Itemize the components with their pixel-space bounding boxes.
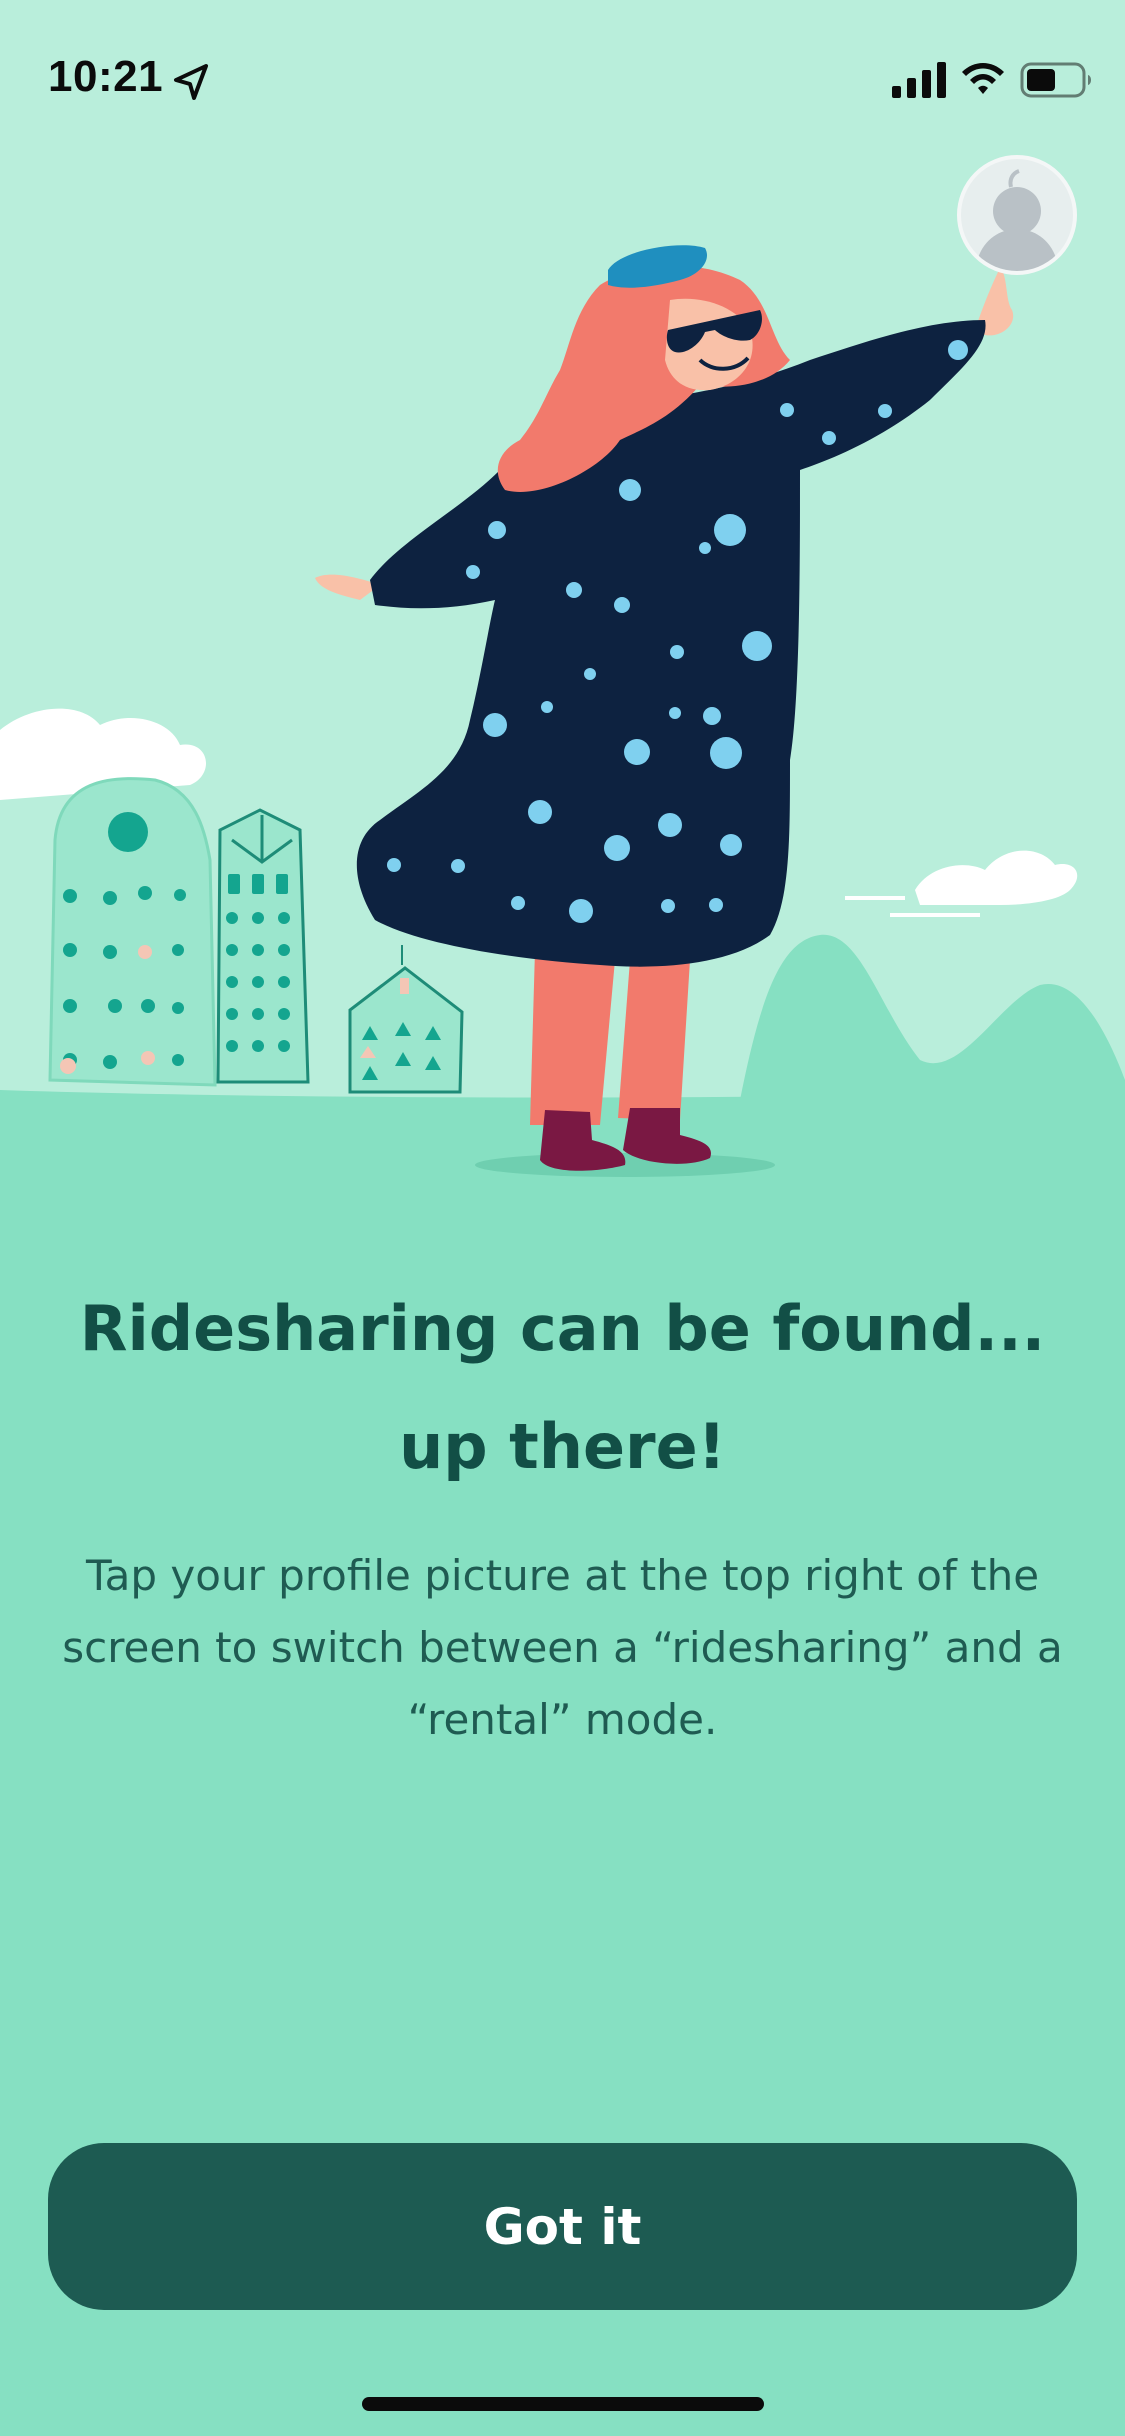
location-arrow-icon [174,64,208,100]
profile-picture-button[interactable] [957,155,1077,275]
status-time: 10:21 [48,52,164,101]
got-it-button[interactable]: Got it [48,2143,1077,2310]
onboarding-headline: Ridesharing can be found... up there! [79,1292,1046,1483]
wifi-icon [962,63,1004,94]
onboarding-illustration [0,0,1125,1200]
onboarding-description: Tap your profile picture at the top righ… [62,1551,1063,1744]
status-bar: 10:21 [0,0,1125,160]
profile-avatar-icon [975,169,1059,271]
home-indicator[interactable] [362,2397,764,2411]
battery-icon [1020,62,1091,98]
cellular-signal-icon [892,62,946,98]
